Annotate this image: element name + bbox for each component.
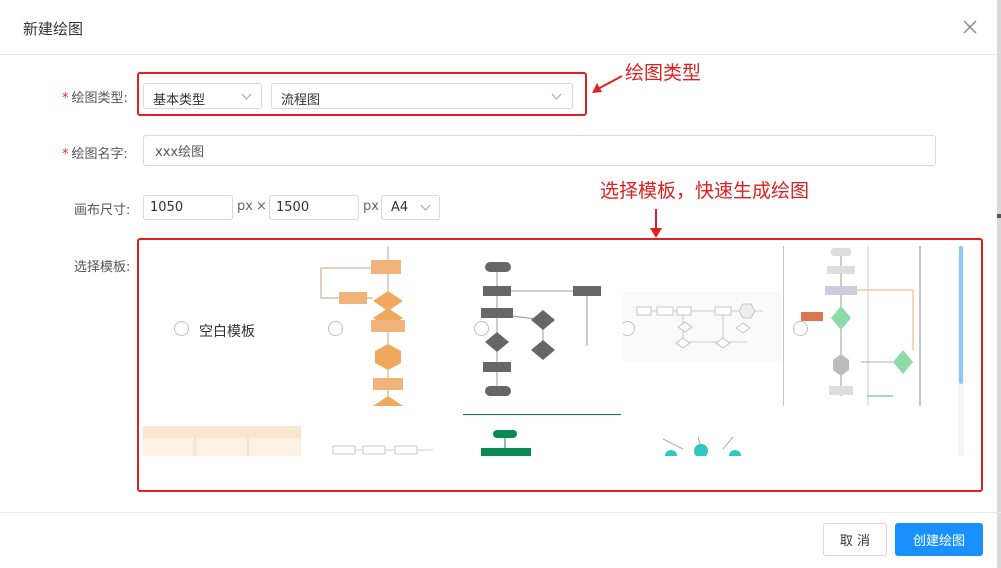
template-label: 选择模板:	[74, 260, 131, 275]
cancel-button[interactable]: 取 消	[823, 523, 887, 556]
template-radio[interactable]	[328, 321, 343, 336]
chevron-down-icon	[241, 93, 252, 100]
template-tree-teal[interactable]	[623, 419, 781, 456]
template-preview	[332, 445, 433, 455]
template-flow-orange[interactable]	[303, 246, 461, 406]
canvas-height-input[interactable]	[269, 195, 359, 220]
window-edge	[997, 0, 1001, 568]
template-radio[interactable]	[793, 321, 808, 336]
annotation-arrow-icon	[592, 75, 623, 93]
width-unit: px	[237, 199, 253, 214]
create-drawing-button[interactable]: 创建绘图	[895, 523, 983, 556]
type-category-select[interactable]: 基本类型	[143, 83, 262, 109]
template-flow-horizontal[interactable]	[623, 246, 781, 406]
template-table-orange[interactable]	[143, 426, 301, 456]
required-mark: *	[62, 91, 69, 106]
paper-size-value: A4	[391, 200, 409, 215]
template-radio[interactable]	[474, 321, 489, 336]
required-mark: *	[62, 147, 69, 162]
paper-size-select[interactable]: A4	[381, 195, 440, 220]
annotation-type-text: 绘图类型	[625, 62, 702, 84]
template-blank[interactable]: 空白模板	[143, 246, 301, 406]
template-preview	[463, 414, 621, 456]
annotation-arrow-icon	[650, 209, 662, 238]
template-flow-gray[interactable]	[463, 246, 621, 406]
dialog-header: 新建绘图	[0, 0, 1001, 55]
template-gallery: 空白模板	[143, 244, 965, 456]
type-value: 流程图	[281, 93, 321, 108]
height-unit: px	[363, 199, 379, 214]
canvas-width-input[interactable]	[143, 195, 233, 220]
new-drawing-dialog: 新建绘图 *绘图类型: 基本类型 流程图 *绘图名字: 画布尺寸: px × p…	[0, 0, 1001, 568]
canvas-size-label: 画布尺寸:	[74, 203, 131, 218]
chevron-down-icon	[551, 93, 562, 100]
template-flow-small[interactable]	[303, 426, 461, 456]
close-icon[interactable]	[960, 17, 980, 37]
chevron-down-icon	[420, 204, 431, 211]
template-scrollbar[interactable]	[959, 246, 963, 384]
template-tree-green[interactable]	[463, 414, 621, 456]
template-radio[interactable]	[174, 321, 189, 336]
times-sign: ×	[256, 199, 267, 214]
template-preview	[662, 436, 741, 456]
template-preview	[320, 246, 405, 406]
template-preview	[143, 426, 301, 456]
drawing-name-input[interactable]	[143, 135, 936, 166]
type-category-value: 基本类型	[153, 93, 206, 108]
template-flow-swimlane[interactable]	[783, 246, 923, 406]
type-value-select[interactable]: 流程图	[271, 83, 573, 109]
drawing-type-label: * 绘图类型:	[62, 91, 128, 106]
template-preview	[623, 292, 781, 362]
drawing-name-label: * 绘图名字:	[62, 147, 128, 162]
blank-template-label: 空白模板	[199, 324, 255, 340]
annotation-template-text: 选择模板，快速生成绘图	[600, 180, 810, 202]
dialog-title: 新建绘图	[23, 20, 84, 38]
